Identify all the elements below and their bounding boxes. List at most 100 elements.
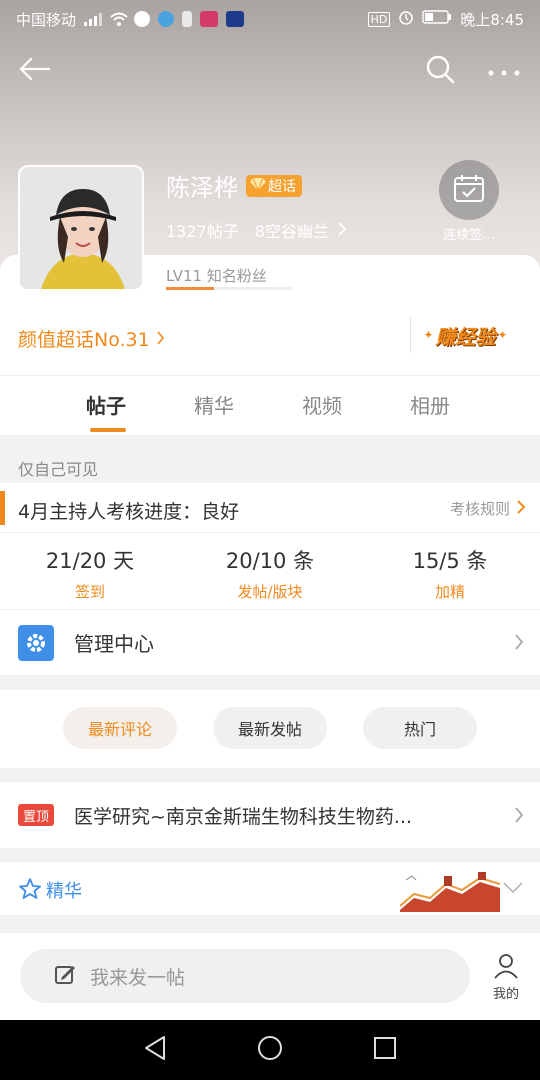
filter-hot[interactable]: 热门 — [363, 707, 477, 749]
post-input-placeholder: 我来发一帖 — [90, 966, 186, 989]
visibility-label: 仅自己可见 — [18, 460, 99, 479]
community-link[interactable]: 8空谷幽兰 — [255, 218, 347, 242]
chevron-right-icon — [514, 633, 524, 655]
earn-label: 赚经验 — [435, 324, 496, 349]
active-tab-indicator — [90, 428, 126, 432]
stat-label: 签到 — [74, 583, 105, 601]
diamond-icon — [250, 177, 266, 195]
pinned-tag: 置顶 — [18, 804, 54, 826]
chevron-right-icon — [514, 806, 524, 828]
profile-name: 陈泽桦 — [166, 174, 238, 202]
search-button[interactable] — [420, 51, 460, 91]
posts-count: 1327帖子 — [166, 222, 239, 241]
more-dots-icon — [487, 62, 521, 81]
manage-center-row[interactable]: 管理中心 — [0, 609, 540, 675]
stat-essence: 15/5 条 加精 — [370, 545, 530, 602]
app-icon — [134, 11, 151, 27]
level-label: LV11 知名粉丝 — [166, 267, 267, 285]
nav-home-button[interactable] — [255, 1035, 285, 1065]
chevron-right-icon — [156, 328, 165, 350]
signal-icon — [84, 12, 103, 26]
carrier-label: 中国移动 — [16, 10, 77, 29]
assessment-marker — [0, 491, 5, 525]
assessment-panel: 4月主持人考核进度：良好 考核规则 21/20 天 签到 20/10 条 发帖/… — [0, 483, 540, 609]
essence-section[interactable]: 精华 — [0, 862, 540, 916]
triangle-back-icon — [142, 1034, 168, 1066]
tab-essence[interactable]: 精华 — [194, 390, 234, 419]
stat-value: 15/5 条 — [412, 549, 488, 573]
more-button[interactable] — [484, 51, 524, 91]
sparkle-icon: ✦ — [423, 328, 434, 342]
chevron-right-icon — [516, 499, 526, 519]
top-navigation — [0, 45, 540, 95]
sparkle-icon: ✦ — [497, 328, 508, 342]
person-icon — [480, 953, 532, 983]
battery-icon — [422, 10, 452, 28]
avatar-portrait-image — [20, 167, 142, 289]
stat-label: 加精 — [434, 583, 465, 601]
rank-label: 颜值超话No.31 — [18, 329, 150, 351]
nav-back-button[interactable] — [140, 1035, 170, 1065]
assessment-title: 4月主持人考核进度：良好 — [18, 501, 240, 523]
square-recents-icon — [372, 1035, 398, 1065]
tab-album[interactable]: 相册 — [410, 390, 450, 419]
star-icon — [18, 877, 42, 905]
level-progress-fill — [166, 287, 214, 290]
avatar[interactable] — [18, 165, 144, 291]
community-label: 8空谷幽兰 — [254, 222, 329, 241]
status-bar: 中国移动 HD 晚上8:45 — [0, 0, 540, 38]
stat-value: 21/20 天 — [45, 549, 135, 573]
earn-experience-button[interactable]: ✦ 赚经验 ✦ — [410, 317, 520, 353]
stat-label: 发帖/版块 — [237, 583, 303, 601]
alarm-icon — [398, 9, 414, 29]
super-topic-badge: 超话 — [246, 174, 302, 197]
tab-posts[interactable]: 帖子 — [86, 390, 126, 419]
filter-latest-posts[interactable]: 最新发帖 — [213, 707, 327, 749]
calendar-check-icon — [453, 173, 485, 207]
post-input[interactable]: 我来发一帖 — [20, 949, 470, 1003]
back-button[interactable] — [14, 51, 54, 91]
hd-label: HD — [367, 11, 391, 27]
manage-center-label: 管理中心 — [74, 632, 154, 656]
app-icon — [200, 11, 219, 27]
badge-label: 超话 — [268, 178, 296, 195]
level-progress-bar — [166, 287, 292, 290]
circle-home-icon — [256, 1034, 284, 1066]
assessment-rule-link[interactable]: 考核规则 — [450, 498, 526, 519]
gear-icon — [18, 625, 54, 661]
checkin-label: 连续签... — [443, 228, 495, 243]
tab-bar: 帖子 精华 视频 相册 — [0, 375, 540, 435]
pinned-title: 医学研究~南京金斯瑞生物科技生物药... — [74, 806, 413, 828]
chevron-down-icon[interactable] — [502, 880, 524, 899]
rank-link[interactable]: 颜值超话No.31 — [18, 325, 165, 352]
checkin-circle — [439, 160, 499, 220]
system-navigation-bar — [0, 1020, 540, 1080]
edit-icon — [54, 963, 76, 990]
visibility-note: 仅自己可见 — [0, 436, 540, 483]
mine-label: 我的 — [492, 987, 519, 1002]
profile-stats: 1327帖子 8空谷幽兰 — [166, 218, 347, 242]
essence-label: 精华 — [46, 881, 82, 902]
assessment-rule-label: 考核规则 — [449, 500, 510, 518]
tab-video[interactable]: 视频 — [302, 390, 342, 419]
back-arrow-icon — [17, 57, 51, 85]
nav-recents-button[interactable] — [370, 1035, 400, 1065]
app-icon — [226, 11, 245, 27]
app-icon — [158, 11, 175, 27]
checkin-button[interactable]: 连续签... — [438, 160, 500, 243]
stat-value: 20/10 条 — [225, 549, 315, 573]
app-icon — [182, 11, 193, 27]
assessment-header: 4月主持人考核进度：良好 考核规则 — [0, 483, 540, 533]
composer-bar: 我来发一帖 我的 — [0, 932, 540, 1020]
mine-button[interactable]: 我的 — [480, 953, 532, 1002]
pinned-post[interactable]: 置顶 医学研究~南京金斯瑞生物科技生物药... — [0, 782, 540, 848]
stat-posts: 20/10 条 发帖/版块 — [190, 545, 350, 602]
wifi-icon — [110, 12, 128, 26]
filter-row: 最新评论 最新发帖 热门 — [0, 690, 540, 768]
filter-latest-comments[interactable]: 最新评论 — [63, 707, 177, 749]
clock-time: 晚上8:45 — [460, 10, 524, 29]
great-wall-image — [399, 870, 501, 912]
search-icon — [425, 54, 455, 88]
chevron-right-icon — [337, 221, 347, 240]
profile-name-row: 陈泽桦 超话 — [166, 168, 302, 203]
